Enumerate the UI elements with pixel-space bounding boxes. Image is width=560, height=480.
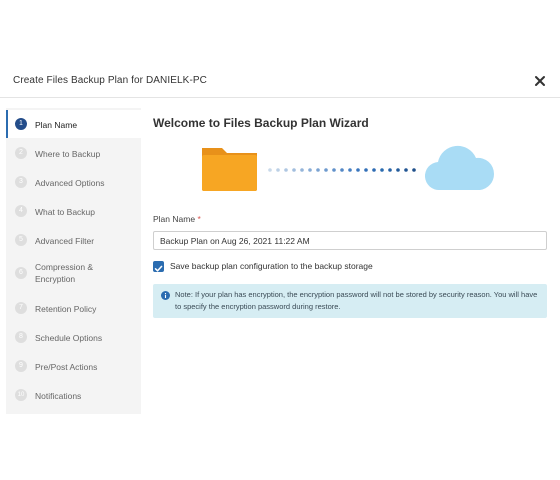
step-label: Advanced Options <box>35 178 105 188</box>
step-number-badge: 3 <box>15 176 27 188</box>
folder-icon <box>202 148 257 191</box>
step-number-badge: 10 <box>15 389 27 401</box>
step-what-to-backup[interactable]: 4 What to Backup <box>6 197 141 225</box>
step-advanced-filter[interactable]: 5 Advanced Filter <box>6 226 141 254</box>
wizard-title: Welcome to Files Backup Plan Wizard <box>153 116 369 130</box>
checkmark-icon <box>154 265 163 272</box>
info-icon <box>161 291 170 300</box>
save-config-label: Save backup plan configuration to the ba… <box>170 261 373 271</box>
step-label: Notifications <box>35 391 82 401</box>
step-label: What to Backup <box>35 207 96 217</box>
backup-illustration <box>202 145 495 191</box>
step-where-to-backup[interactable]: 2 Where to Backup <box>6 139 141 167</box>
plan-name-label-text: Plan Name <box>153 214 196 224</box>
step-label: Retention Policy <box>35 304 97 314</box>
plan-name-label: Plan Name * <box>153 214 201 224</box>
step-label: Plan Name <box>35 120 78 130</box>
dialog-title: Create Files Backup Plan for DANIELK-PC <box>13 75 207 86</box>
close-icon <box>535 76 545 86</box>
transfer-dots <box>268 168 416 172</box>
step-number-badge: 4 <box>15 205 27 217</box>
dialog-header: Create Files Backup Plan for DANIELK-PC <box>0 62 560 98</box>
step-pre-post-actions[interactable]: 9 Pre/Post Actions <box>6 352 141 380</box>
save-config-checkbox[interactable] <box>153 261 164 272</box>
step-label: Compression & Encryption <box>35 262 94 284</box>
step-notifications[interactable]: 10 Notifications <box>6 381 141 409</box>
step-label: Where to Backup <box>35 149 101 159</box>
cloud-icon <box>424 145 495 191</box>
close-button[interactable] <box>530 71 550 91</box>
step-schedule-options[interactable]: 8 Schedule Options <box>6 323 141 351</box>
step-label: Pre/Post Actions <box>35 362 98 372</box>
step-number-badge: 2 <box>15 147 27 159</box>
plan-name-input[interactable] <box>153 231 547 250</box>
note-text: Note: If your plan has encryption, the e… <box>175 290 538 311</box>
step-number-badge: 5 <box>15 234 27 246</box>
step-retention-policy[interactable]: 7 Retention Policy <box>6 294 141 322</box>
step-number-badge: 7 <box>15 302 27 314</box>
step-number-badge: 6 <box>15 267 27 279</box>
required-mark: * <box>197 214 201 224</box>
step-label: Schedule Options <box>35 333 103 343</box>
step-advanced-options[interactable]: 3 Advanced Options <box>6 168 141 196</box>
step-number-badge: 9 <box>15 360 27 372</box>
encryption-note: Note: If your plan has encryption, the e… <box>153 284 547 318</box>
step-label: Advanced Filter <box>35 236 95 246</box>
wizard-steps-sidebar: 1 Plan Name 2 Where to Backup 3 Advanced… <box>6 108 141 414</box>
step-number-badge: 1 <box>15 118 27 130</box>
step-compression-encryption[interactable]: 6 Compression & Encryption <box>6 255 141 291</box>
step-plan-name[interactable]: 1 Plan Name <box>6 110 141 138</box>
step-number-badge: 8 <box>15 331 27 343</box>
